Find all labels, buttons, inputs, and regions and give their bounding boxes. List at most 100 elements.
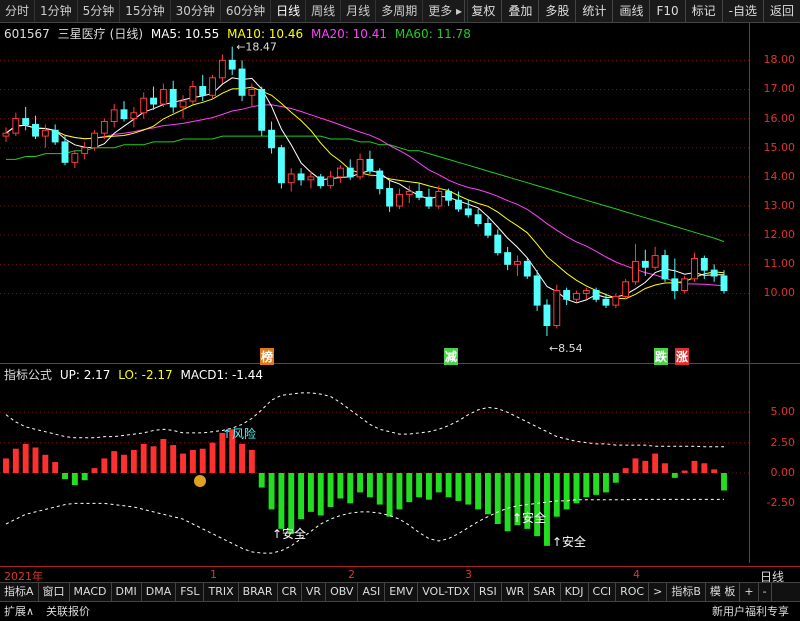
macd-bar: [544, 473, 550, 546]
tool-button-4[interactable]: 画线: [612, 0, 649, 22]
indicator-tab-17[interactable]: KDJ: [561, 583, 589, 601]
tool-button-5[interactable]: F10: [649, 0, 684, 22]
candle: [228, 46, 236, 75]
period-tab-3[interactable]: 15分钟: [120, 0, 171, 22]
indicator-tab-15[interactable]: WR: [502, 583, 530, 601]
candlestick-chart[interactable]: ←18.47 ←8.54: [0, 23, 749, 363]
candle: [22, 106, 30, 131]
macd-bar: [91, 468, 98, 473]
indicator-chart[interactable]: ↑风险 ↑安全 ↑安全 ↑安全: [0, 380, 749, 565]
indicator-tab-5[interactable]: FSL: [176, 583, 205, 601]
candle: [632, 243, 639, 285]
indicator-tab-19[interactable]: ROC: [616, 583, 650, 601]
candle: [395, 188, 403, 209]
period-tab-6[interactable]: 日线: [271, 0, 307, 22]
price-tick: 18.00: [763, 53, 796, 67]
indicator-tab-8[interactable]: CR: [278, 583, 302, 601]
period-tab-7[interactable]: 周线: [306, 0, 342, 22]
macd-bar: [593, 473, 600, 495]
indicator-tab-23[interactable]: +: [740, 583, 759, 601]
period-toolbar: 分时 1分钟 5分钟 15分钟 30分钟 60分钟 日线 周线 月线 多周期 更多 ▸ 复权 叠加 多股…: [0, 0, 800, 23]
tool-button-6[interactable]: 标记: [684, 0, 722, 22]
event-marker[interactable]: 跌: [654, 348, 669, 365]
candle: [110, 104, 118, 128]
promo-link[interactable]: 新用户福利专享: [712, 602, 789, 621]
macd-bar: [494, 473, 501, 524]
period-tab-8[interactable]: 月线: [341, 0, 377, 22]
macd-bar: [445, 473, 452, 498]
macd-bar: [130, 449, 137, 473]
indicator-tab-0[interactable]: 指标A: [0, 583, 39, 601]
macd-bar: [583, 473, 590, 498]
tool-button-8[interactable]: 返回: [762, 0, 800, 22]
indicator-tab-9[interactable]: VR: [302, 583, 327, 601]
macd-bar: [465, 473, 472, 505]
macd-bar: [396, 473, 403, 510]
indicator-tab-21[interactable]: 指标B: [667, 583, 706, 601]
indicator-tab-14[interactable]: RSI: [475, 583, 502, 601]
period-tab-2[interactable]: 5分钟: [78, 0, 121, 22]
candle: [346, 159, 354, 180]
indicator-tab-11[interactable]: ASI: [358, 583, 386, 601]
indicator-tab-4[interactable]: DMA: [142, 583, 177, 601]
macd-bar: [337, 473, 344, 499]
candle: [720, 270, 728, 294]
event-marker[interactable]: 涨: [675, 348, 690, 365]
related-quotes-button[interactable]: 关联报价: [46, 602, 90, 621]
candle: [681, 275, 689, 294]
candle: [386, 179, 394, 212]
indicator-tab-6[interactable]: TRIX: [204, 583, 239, 601]
candle: [661, 249, 669, 282]
candle: [130, 106, 138, 128]
indicator-tab-24[interactable]: -: [759, 583, 772, 601]
indicator-tab-7[interactable]: BRAR: [239, 583, 278, 601]
period-tab-5[interactable]: 60分钟: [221, 0, 272, 22]
macd-bar: [406, 473, 413, 503]
macd-bar: [376, 473, 383, 505]
indicator-tab-16[interactable]: SAR: [529, 583, 561, 601]
period-tab-1[interactable]: 1分钟: [35, 0, 78, 22]
macd-bar: [12, 448, 19, 473]
indicator-tab-2[interactable]: MACD: [70, 583, 112, 601]
indicator-tab-1[interactable]: 窗口: [39, 583, 70, 601]
candle: [582, 287, 590, 300]
tool-button-0[interactable]: 复权: [464, 0, 501, 22]
candle: [405, 185, 413, 204]
indicator-tab-13[interactable]: VOL-TDX: [418, 583, 475, 601]
macd-bar: [111, 451, 118, 473]
macd-bar: [366, 473, 373, 498]
price-tick: 13.00: [763, 199, 796, 213]
period-tabs: 分时 1分钟 5分钟 15分钟 30分钟 60分钟 日线 周线 月线 多周期 更多 ▸: [0, 0, 469, 22]
macd-bar: [52, 462, 59, 473]
indicator-tab-10[interactable]: OBV: [326, 583, 359, 601]
period-tab-4[interactable]: 30分钟: [171, 0, 221, 22]
macd-bar: [652, 453, 659, 473]
safe-label: ↑安全: [272, 526, 306, 541]
indicator-tab-18[interactable]: CCI: [589, 583, 617, 601]
indicator-tab-12[interactable]: EMV: [385, 583, 419, 601]
event-marker[interactable]: 减: [444, 348, 459, 365]
tool-button-1[interactable]: 叠加: [501, 0, 538, 22]
candle: [120, 101, 128, 122]
macd-bar: [386, 473, 393, 517]
candle: [179, 95, 187, 119]
tool-button-7[interactable]: -自选: [721, 0, 763, 22]
macd-bar: [298, 473, 305, 520]
tool-button-3[interactable]: 统计: [575, 0, 612, 22]
period-tab-0[interactable]: 分时: [0, 0, 36, 22]
indicator-tick: -2.50: [766, 496, 795, 510]
tool-button-2[interactable]: 多股: [538, 0, 575, 22]
period-tab-9[interactable]: 多周期: [376, 0, 424, 22]
period-tab-10[interactable]: 更多 ▸: [423, 0, 469, 22]
indicator-tab-20[interactable]: >: [649, 583, 668, 601]
indicator-tab-22[interactable]: 模 板: [706, 583, 741, 601]
event-marker[interactable]: 榜: [260, 348, 275, 365]
safe-label: ↑安全: [552, 534, 586, 549]
macd-bar: [632, 458, 639, 473]
expand-button[interactable]: 扩展∧: [4, 602, 34, 621]
macd-bar: [3, 458, 9, 473]
candle: [336, 165, 344, 183]
macd-bar: [622, 468, 629, 473]
indicator-tab-3[interactable]: DMI: [112, 583, 142, 601]
macd-bar: [662, 463, 668, 473]
